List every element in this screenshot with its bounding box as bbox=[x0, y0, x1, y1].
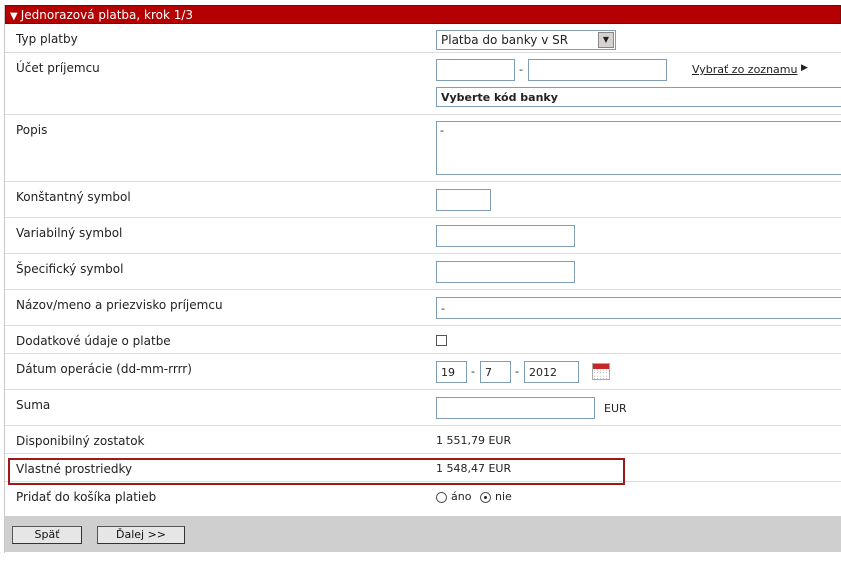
date-sep-2: - bbox=[515, 365, 519, 378]
row-add-to-basket: Pridať do košíka platieb áno nie bbox=[5, 482, 841, 512]
available-balance-label: Disponibilný zostatok bbox=[16, 434, 145, 448]
variable-symbol-label: Variabilný symbol bbox=[16, 226, 123, 240]
date-month-input[interactable] bbox=[480, 361, 511, 383]
amount-currency: EUR bbox=[604, 402, 627, 415]
constant-symbol-input[interactable] bbox=[436, 189, 491, 211]
row-operation-date: Dátum operácie (dd-mm-rrrr) - - ::::::::… bbox=[5, 354, 841, 390]
account-dash: - bbox=[519, 63, 523, 76]
description-label: Popis bbox=[16, 123, 48, 137]
row-recipient-account: Účet príjemcu - Vybrať zo zoznamu ▶ Vybe… bbox=[5, 53, 841, 115]
row-description: Popis - bbox=[5, 115, 841, 182]
radio-yes[interactable] bbox=[436, 492, 447, 503]
radio-no-label: nie bbox=[495, 490, 512, 503]
recipient-account-label: Účet príjemcu bbox=[16, 61, 100, 75]
additional-data-checkbox[interactable] bbox=[436, 335, 447, 346]
account-prefix-input[interactable] bbox=[436, 59, 515, 81]
payment-form-panel: ▼ Jednorazová platba, krok 1/3 Typ platby… bbox=[4, 5, 841, 553]
calendar-icon[interactable]: :::::::::: bbox=[592, 363, 610, 381]
amount-label: Suma bbox=[16, 398, 51, 412]
payment-type-select[interactable]: Platba do banky v SR ▼ bbox=[436, 30, 616, 50]
date-year-input[interactable] bbox=[524, 361, 579, 383]
available-balance-value: 1 551,79 EUR bbox=[436, 434, 512, 447]
date-sep-1: - bbox=[471, 365, 475, 378]
variable-symbol-input[interactable] bbox=[436, 225, 575, 247]
row-available-balance: Disponibilný zostatok 1 551,79 EUR bbox=[5, 426, 841, 454]
bank-code-value: Vyberte kód banky bbox=[441, 91, 558, 104]
play-arrow-icon[interactable]: ▶ bbox=[801, 63, 808, 73]
row-additional-data: Dodatkové údaje o platbe bbox=[5, 326, 841, 354]
form-footer: Späť Ďalej >> bbox=[5, 516, 841, 552]
chevron-down-icon[interactable]: ▼ bbox=[598, 32, 614, 48]
description-textarea[interactable]: - bbox=[436, 121, 841, 175]
payment-type-value: Platba do banky v SR bbox=[441, 33, 569, 47]
row-constant-symbol: Konštantný symbol bbox=[5, 182, 841, 218]
radio-no[interactable] bbox=[480, 492, 491, 503]
constant-symbol-label: Konštantný symbol bbox=[16, 190, 131, 204]
form-title: Jednorazová platba, krok 1/3 bbox=[20, 8, 194, 22]
row-specific-symbol: Špecifický symbol bbox=[5, 254, 841, 290]
row-payment-type: Typ platby Platba do banky v SR ▼ bbox=[5, 24, 841, 53]
operation-date-label: Dátum operácie (dd-mm-rrrr) bbox=[16, 362, 192, 376]
row-recipient-name: Názov/meno a priezvisko príjemcu bbox=[5, 290, 841, 326]
specific-symbol-label: Špecifický symbol bbox=[16, 262, 124, 276]
add-to-basket-label: Pridať do košíka platieb bbox=[16, 490, 157, 504]
next-button[interactable]: Ďalej >> bbox=[97, 526, 185, 544]
account-number-input[interactable] bbox=[528, 59, 667, 81]
radio-yes-label: áno bbox=[451, 490, 472, 503]
description-value: - bbox=[440, 124, 444, 137]
back-button[interactable]: Späť bbox=[12, 526, 82, 544]
specific-symbol-input[interactable] bbox=[436, 261, 575, 283]
recipient-name-label: Názov/meno a priezvisko príjemcu bbox=[16, 298, 223, 312]
collapse-arrow-icon[interactable]: ▼ bbox=[10, 11, 18, 22]
additional-data-label: Dodatkové údaje o platbe bbox=[16, 334, 171, 348]
recipient-name-input[interactable] bbox=[436, 297, 841, 319]
payment-type-label: Typ platby bbox=[16, 32, 78, 46]
own-funds-highlight bbox=[8, 458, 625, 485]
choose-from-list-link[interactable]: Vybrať zo zoznamu bbox=[692, 63, 797, 76]
row-amount: Suma EUR bbox=[5, 390, 841, 426]
bank-code-select[interactable]: Vyberte kód banky bbox=[436, 87, 841, 107]
date-day-input[interactable] bbox=[436, 361, 467, 383]
amount-input[interactable] bbox=[436, 397, 595, 419]
form-header[interactable]: ▼ Jednorazová platba, krok 1/3 bbox=[5, 5, 841, 24]
row-variable-symbol: Variabilný symbol bbox=[5, 218, 841, 254]
